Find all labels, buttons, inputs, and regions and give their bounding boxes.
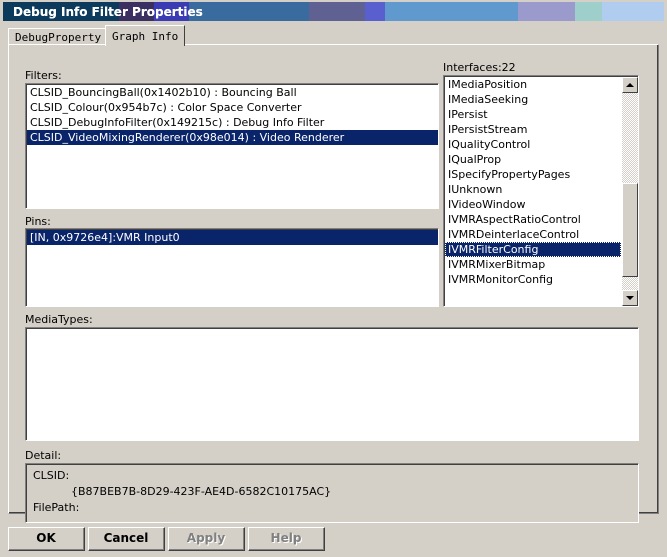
detail-clsid-value: {B87BEB7B-8D29-423F-AE4D-6582C10175AC} bbox=[71, 485, 332, 498]
cancel-button-label: Cancel bbox=[89, 528, 164, 550]
interface-item[interactable]: IVideoWindow bbox=[445, 197, 621, 212]
interfaces-listbox[interactable]: IMediaPosition IMediaSeeking IPersist IPers… bbox=[443, 75, 639, 307]
interface-item[interactable]: IPersistStream bbox=[445, 122, 621, 137]
title-bar-segment-7 bbox=[518, 2, 575, 21]
pins-listbox[interactable]: [IN, 0x9726e4]:VMR Input0 bbox=[25, 228, 439, 307]
tab-page-panel: Filters: CLSID_BouncingBall(0x1402b10) :… bbox=[8, 44, 659, 523]
detail-label: Detail: bbox=[25, 449, 62, 462]
tab-page-inner: Filters: CLSID_BouncingBall(0x1402b10) :… bbox=[9, 45, 658, 523]
interface-item[interactable]: IVMRMixerBitmap bbox=[445, 257, 621, 272]
filter-item[interactable]: CLSID_VideoMixingRenderer(0x98e014) : Vi… bbox=[27, 130, 438, 145]
cancel-button[interactable]: Cancel bbox=[88, 527, 165, 551]
interface-item[interactable]: IUnknown bbox=[445, 182, 621, 197]
tab-graph-info[interactable]: Graph Info bbox=[105, 25, 186, 46]
ok-button[interactable]: OK bbox=[8, 527, 85, 551]
title-bar-segment-8 bbox=[575, 2, 602, 21]
mediatypes-list-inner bbox=[26, 328, 638, 440]
filters-listbox[interactable]: CLSID_BouncingBall(0x1402b10) : Bouncing… bbox=[25, 83, 439, 209]
apply-button-label: Apply bbox=[169, 528, 244, 550]
help-button-label: Help bbox=[249, 528, 324, 550]
filter-item[interactable]: CLSID_BouncingBall(0x1402b10) : Bouncing… bbox=[27, 85, 438, 100]
filters-list-inner: CLSID_BouncingBall(0x1402b10) : Bouncing… bbox=[26, 84, 438, 208]
help-button: Help bbox=[248, 527, 325, 551]
interface-item[interactable]: IQualProp bbox=[445, 152, 621, 167]
scroll-down-arrow-icon[interactable] bbox=[622, 290, 638, 306]
pins-label: Pins: bbox=[25, 215, 51, 228]
apply-button: Apply bbox=[168, 527, 245, 551]
pin-item[interactable]: [IN, 0x9726e4]:VMR Input0 bbox=[27, 230, 438, 245]
interface-item[interactable]: IPersist bbox=[445, 107, 621, 122]
interfaces-list-inner: IMediaPosition IMediaSeeking IPersist IPers… bbox=[445, 77, 621, 287]
mediatypes-label: MediaTypes: bbox=[25, 313, 93, 326]
window-title: Debug Info Filter Properties bbox=[13, 5, 203, 19]
tab-strip: DebugProperty Graph Info bbox=[8, 25, 659, 46]
button-bar: OK Cancel Apply Help bbox=[0, 520, 667, 557]
tab-graph-info-label: Graph Info bbox=[112, 30, 179, 43]
interface-item[interactable]: IMediaSeeking bbox=[445, 92, 621, 107]
interface-item[interactable]: IVMRMonitorConfig bbox=[445, 272, 621, 287]
title-bar-segment-4 bbox=[309, 2, 365, 21]
interface-item[interactable]: IQualityControl bbox=[445, 137, 621, 152]
interfaces-list-outer: IMediaPosition IMediaSeeking IPersist IPers… bbox=[444, 76, 638, 306]
interface-item[interactable]: IVMRAspectRatioControl bbox=[445, 212, 621, 227]
title-bar-segment-5 bbox=[365, 2, 385, 21]
interfaces-scrollbar[interactable] bbox=[622, 77, 638, 306]
filter-item[interactable]: CLSID_Colour(0x954b7c) : Color Space Con… bbox=[27, 100, 438, 115]
interface-item[interactable]: IMediaPosition bbox=[445, 77, 621, 92]
tab-debugproperty-label: DebugProperty bbox=[15, 31, 102, 44]
mediatypes-listbox[interactable] bbox=[25, 327, 639, 441]
scroll-up-arrow-icon[interactable] bbox=[622, 77, 638, 93]
title-bar[interactable]: Debug Info Filter Properties bbox=[3, 2, 664, 21]
detail-filepath-label: FilePath: bbox=[33, 501, 80, 514]
ok-button-label: OK bbox=[9, 528, 84, 550]
title-bar-segment-6 bbox=[385, 2, 518, 21]
detail-panel-inner: CLSID: {B87BEB7B-8D29-423F-AE4D-6582C101… bbox=[26, 464, 638, 522]
title-bar-segment-3 bbox=[189, 2, 309, 21]
dialog-window: Debug Info Filter Properties DebugProper… bbox=[0, 0, 667, 557]
interface-item[interactable]: IVMRDeinterlaceControl bbox=[445, 227, 621, 242]
tab-debugproperty[interactable]: DebugProperty bbox=[8, 28, 109, 45]
scrollbar-thumb[interactable] bbox=[622, 183, 638, 277]
detail-panel: CLSID: {B87BEB7B-8D29-423F-AE4D-6582C101… bbox=[25, 463, 639, 523]
interface-item[interactable]: ISpecifyPropertyPages bbox=[445, 167, 621, 182]
pins-list-inner: [IN, 0x9726e4]:VMR Input0 bbox=[26, 229, 438, 306]
title-bar-segment-9 bbox=[602, 2, 664, 21]
filters-label: Filters: bbox=[25, 69, 62, 82]
detail-clsid-label: CLSID: bbox=[33, 469, 70, 482]
interfaces-label: Interfaces:22 bbox=[443, 61, 516, 74]
interface-item[interactable]: IVMRFilterConfig bbox=[445, 242, 621, 257]
filter-item[interactable]: CLSID_DebugInfoFilter(0x149215c) : Debug… bbox=[27, 115, 438, 130]
